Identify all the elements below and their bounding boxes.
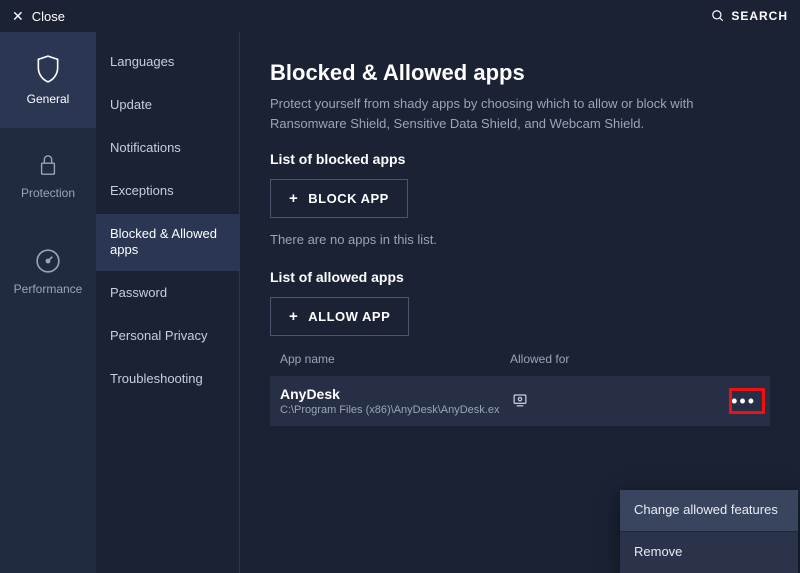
page-description: Protect yourself from shady apps by choo… xyxy=(270,94,730,133)
app-allowed-for xyxy=(510,390,760,413)
button-label: ALLOW APP xyxy=(308,309,390,324)
search-label: SEARCH xyxy=(731,9,788,23)
settings-submenu: LanguagesUpdateNotificationsExceptionsBl… xyxy=(96,32,240,573)
app-path: C:\Program Files (x86)\AnyDesk\AnyDesk.e… xyxy=(280,404,510,416)
allowed-app-row[interactable]: AnyDesk C:\Program Files (x86)\AnyDesk\A… xyxy=(270,376,770,426)
tab-performance[interactable]: Performance xyxy=(0,224,96,320)
close-label: Close xyxy=(32,9,65,24)
close-button[interactable]: ✕ Close xyxy=(12,8,65,25)
submenu-item[interactable]: Blocked & Allowed apps xyxy=(96,214,239,272)
submenu-item[interactable]: Exceptions xyxy=(96,171,239,212)
tab-protection[interactable]: Protection xyxy=(0,128,96,224)
gauge-icon xyxy=(35,248,61,274)
submenu-item[interactable]: Notifications xyxy=(96,128,239,169)
row-context-menu: Change allowed features Remove xyxy=(620,490,798,573)
main-content: Blocked & Allowed apps Protect yourself … xyxy=(240,32,800,573)
submenu-item[interactable]: Personal Privacy xyxy=(96,316,239,357)
tab-label: Protection xyxy=(21,186,75,200)
plus-icon: + xyxy=(289,308,298,325)
menu-remove[interactable]: Remove xyxy=(620,531,798,573)
submenu-item[interactable]: Password xyxy=(96,273,239,314)
webcam-shield-icon xyxy=(510,390,530,413)
block-app-button[interactable]: + BLOCK APP xyxy=(270,179,408,218)
column-app-name: App name xyxy=(280,352,510,366)
blocked-heading: List of blocked apps xyxy=(270,151,770,167)
search-icon xyxy=(711,9,725,23)
more-icon: ••• xyxy=(731,391,756,411)
app-info: AnyDesk C:\Program Files (x86)\AnyDesk\A… xyxy=(280,386,510,416)
allowed-table-header: App name Allowed for xyxy=(270,336,770,376)
tab-label: General xyxy=(27,92,70,106)
allow-app-button[interactable]: + ALLOW APP xyxy=(270,297,409,336)
search-button[interactable]: SEARCH xyxy=(711,9,788,23)
button-label: BLOCK APP xyxy=(308,191,389,206)
row-more-button[interactable]: ••• xyxy=(727,390,760,412)
blocked-empty-text: There are no apps in this list. xyxy=(270,232,770,247)
app-name: AnyDesk xyxy=(280,386,510,402)
menu-change-allowed-features[interactable]: Change allowed features xyxy=(620,490,798,531)
allowed-heading: List of allowed apps xyxy=(270,269,770,285)
lock-icon xyxy=(37,152,59,178)
tab-label: Performance xyxy=(14,282,83,296)
submenu-item[interactable]: Languages xyxy=(96,42,239,83)
shield-icon xyxy=(35,54,61,84)
submenu-item[interactable]: Troubleshooting xyxy=(96,359,239,400)
tab-general[interactable]: General xyxy=(0,32,96,128)
column-allowed-for: Allowed for xyxy=(510,352,760,366)
submenu-item[interactable]: Update xyxy=(96,85,239,126)
plus-icon: + xyxy=(289,190,298,207)
close-icon: ✕ xyxy=(12,8,24,25)
sidebar-tabs: General Protection Performance xyxy=(0,32,96,573)
page-title: Blocked & Allowed apps xyxy=(270,60,770,86)
